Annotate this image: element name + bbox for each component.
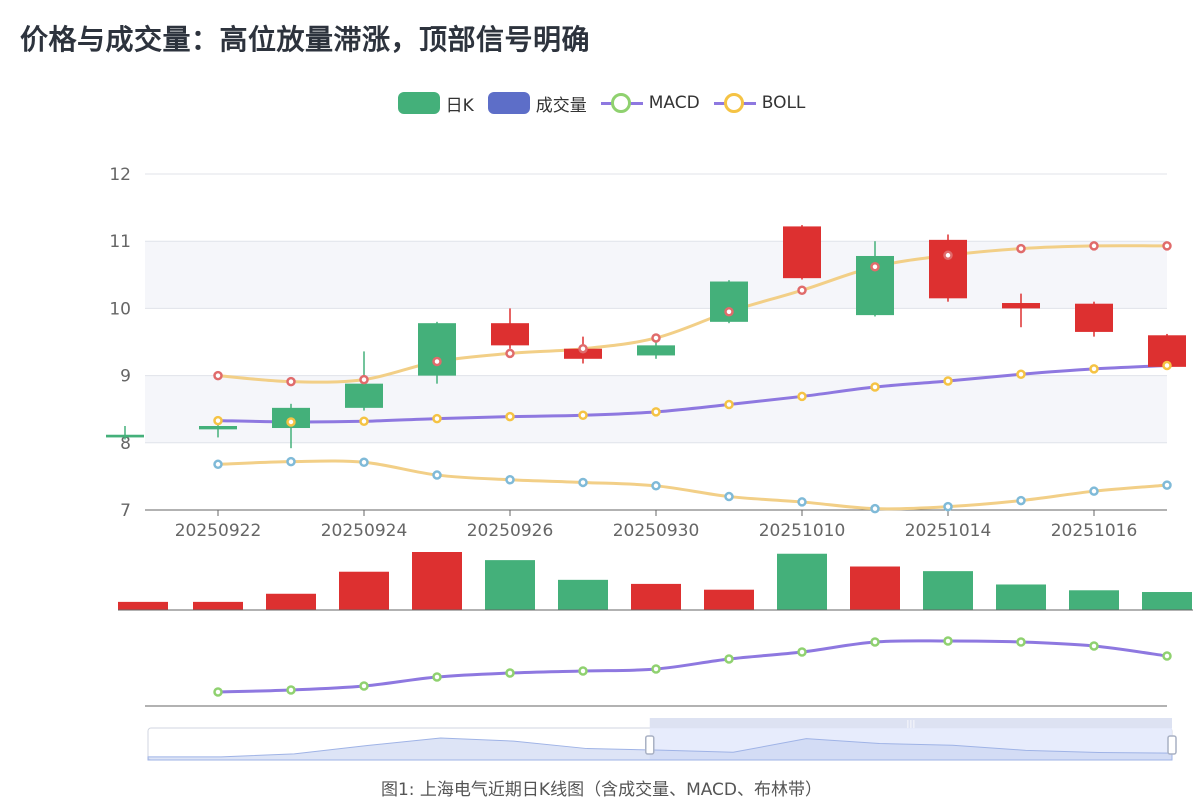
- boll-upper-marker: [1089, 241, 1099, 251]
- volume-bar: [777, 553, 827, 610]
- boll-mid-marker: [870, 382, 880, 392]
- boll-mid-marker: [724, 399, 734, 410]
- figure-caption: 图1: 上海电气近期日K线图（含成交量、MACD、布林带）: [380, 780, 823, 800]
- boll-upper-marker: [797, 285, 807, 296]
- kline-chart: 78910111220250922 20250924 20250926 2025093…: [106, 165, 1193, 761]
- boll-mid-marker: [359, 416, 369, 427]
- boll-upper-marker: [724, 307, 734, 317]
- macd-marker: [1089, 641, 1099, 651]
- boll-lower-marker: [1162, 480, 1172, 490]
- volume-bar: [485, 560, 535, 610]
- volume-bar: [118, 601, 168, 610]
- macd-marker: [1016, 637, 1026, 647]
- x-tick-label: 20250922: [175, 521, 262, 541]
- macd-marker: [724, 654, 734, 664]
- candle-body: [491, 323, 529, 346]
- x-tick-label: 20251014: [905, 521, 992, 541]
- volume-bar: [850, 566, 900, 610]
- boll-mid-marker: [213, 415, 223, 426]
- volume-bar: [193, 601, 243, 610]
- boll-upper-marker: [359, 374, 369, 385]
- x-tick-label: 20251010: [759, 521, 846, 541]
- boll-mid-marker: [1016, 369, 1026, 380]
- boll-lower-marker: [578, 477, 588, 488]
- boll-lower-marker: [213, 459, 223, 470]
- boll-lower-marker: [359, 457, 369, 468]
- candle-body: [637, 345, 675, 356]
- boll-mid-marker: [286, 417, 296, 427]
- boll-lower-marker: [870, 503, 880, 514]
- macd-marker: [1162, 651, 1172, 661]
- navigator-left-handle: [645, 735, 655, 755]
- boll-mid-marker: [432, 413, 442, 424]
- volume-bar: [923, 571, 973, 610]
- x-tick-label: 20250926: [467, 521, 554, 541]
- volume-bar: [631, 583, 681, 610]
- macd-marker: [651, 664, 661, 674]
- volume-bar: [1142, 592, 1192, 610]
- macd-marker: [505, 668, 515, 678]
- candle-body: [783, 226, 821, 279]
- boll-lower-marker: [505, 475, 515, 485]
- candle-body: [199, 426, 237, 430]
- volume-bar: [558, 579, 608, 610]
- boll-upper-marker: [213, 370, 223, 381]
- boll-upper-marker: [578, 343, 588, 354]
- candle-body: [1075, 303, 1113, 332]
- boll-lower-marker: [286, 456, 296, 467]
- boll-upper-marker: [651, 333, 661, 343]
- volume-bar: [339, 571, 389, 610]
- macd-marker: [797, 647, 807, 657]
- boll-mid-marker: [505, 411, 515, 422]
- boll-upper-marker: [286, 376, 296, 387]
- navigator-right-handle: [1167, 735, 1177, 755]
- candle-body: [1002, 303, 1040, 309]
- volume-bar: [704, 589, 754, 610]
- boll-lower-marker: [1089, 486, 1099, 496]
- boll-mid-marker: [651, 407, 661, 417]
- macd-marker: [286, 685, 296, 695]
- boll-mid-marker: [943, 376, 953, 386]
- boll-lower-marker: [1016, 495, 1026, 506]
- macd-marker: [943, 636, 953, 646]
- candle-body: [418, 323, 456, 376]
- x-tick-label: 20250924: [321, 521, 408, 541]
- macd-marker: [359, 681, 369, 691]
- boll-lower-marker: [943, 501, 953, 512]
- macd-marker: [432, 672, 442, 682]
- boll-mid-marker: [1089, 364, 1099, 374]
- boll-mid-marker: [578, 410, 588, 420]
- boll-upper-marker: [505, 348, 515, 359]
- macd-marker: [213, 687, 223, 697]
- x-tick-label: 20251016: [1051, 521, 1138, 541]
- y-tick-label: 9: [120, 367, 131, 387]
- y-tick-label: 12: [109, 165, 131, 185]
- boll-mid-marker: [1162, 360, 1172, 371]
- volume-bar: [266, 593, 316, 610]
- boll-lower-marker: [724, 491, 734, 502]
- boll-upper-marker: [1162, 241, 1172, 251]
- volume-bar: [996, 584, 1046, 610]
- candle-body: [929, 239, 967, 299]
- volume-bar: [412, 552, 462, 610]
- x-tick-label: 20250930: [613, 521, 700, 541]
- boll-mid-marker: [797, 391, 807, 402]
- boll-upper-marker: [1016, 243, 1026, 254]
- candle-body: [106, 434, 144, 438]
- boll-upper-marker: [870, 261, 880, 272]
- boll-lower-marker: [797, 497, 807, 507]
- macd-marker: [870, 637, 880, 647]
- y-tick-label: 11: [109, 232, 131, 252]
- boll-upper-marker: [432, 356, 442, 367]
- boll-lower-marker: [432, 470, 442, 480]
- y-tick-label: 7: [120, 501, 131, 521]
- macd-marker: [578, 666, 588, 676]
- grid-band: [145, 241, 1167, 309]
- y-tick-label: 10: [109, 299, 131, 319]
- boll-lower-marker: [651, 481, 661, 491]
- candle-body: [345, 383, 383, 408]
- volume-bar: [1069, 590, 1119, 610]
- boll-upper-marker: [943, 250, 953, 261]
